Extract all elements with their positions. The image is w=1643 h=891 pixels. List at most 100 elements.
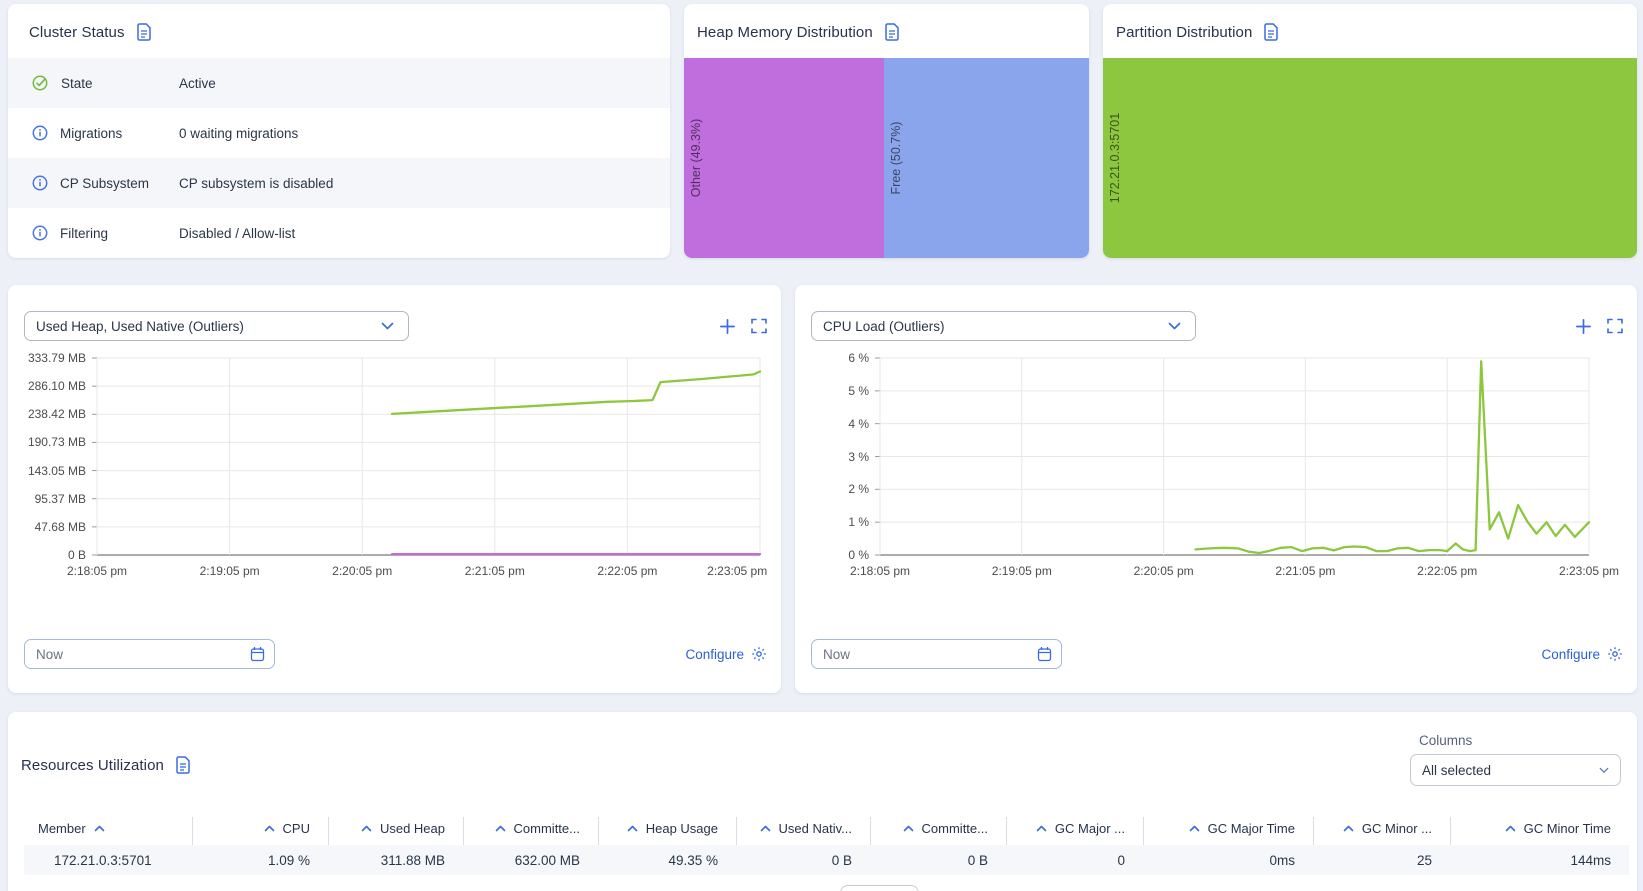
sort-asc-icon	[760, 825, 771, 832]
table-cell[interactable]: 0 B	[736, 845, 870, 875]
sort-asc-icon	[495, 825, 506, 832]
sort-asc-icon	[1036, 825, 1047, 832]
pagination-control[interactable]	[840, 885, 919, 891]
chart-plot	[875, 357, 1591, 556]
info-circle-icon	[32, 225, 48, 241]
time-picker-value: Now	[36, 646, 64, 662]
x-tick-label: 2:22:05 pm	[597, 564, 658, 578]
column-header-committe[interactable]: Committe...	[870, 811, 988, 845]
sort-asc-icon	[94, 825, 105, 832]
used-heap-chart: 0 B 47.68 MB 95.37 MB 143.05 MB 190.73 MB 238…	[8, 285, 781, 595]
column-header-gc-minor[interactable]: GC Minor ...	[1313, 811, 1432, 845]
column-header-gc-minor-time[interactable]: GC Minor Time	[1450, 811, 1611, 845]
table-cell[interactable]: 1.09 %	[192, 845, 328, 875]
column-label: Used Nativ...	[778, 820, 852, 836]
column-header-heap-usage[interactable]: Heap Usage	[598, 811, 718, 845]
sort-asc-icon	[264, 825, 275, 832]
sort-asc-icon	[627, 825, 638, 832]
column-header-member[interactable]: Member	[24, 811, 206, 845]
time-picker-input[interactable]: Now	[811, 639, 1062, 669]
status-row-cp-subsystem: CP Subsystem CP subsystem is disabled	[8, 158, 670, 208]
heap-segment-other[interactable]: Other (49.3%)	[684, 58, 884, 258]
column-header-gc-major-time[interactable]: GC Major Time	[1143, 811, 1295, 845]
status-label: Migrations	[60, 125, 123, 141]
column-label: GC Major Time	[1207, 820, 1295, 836]
column-header-gc-major[interactable]: GC Major ...	[1006, 811, 1125, 845]
docs-icon[interactable]	[1263, 23, 1279, 41]
status-value: Disabled / Allow-list	[179, 225, 296, 241]
docs-icon[interactable]	[884, 23, 900, 41]
column-header-used-nativ[interactable]: Used Nativ...	[736, 811, 852, 845]
cluster-status-rows: State Active Migrations 0 waiting migrat…	[8, 58, 670, 258]
column-header-used-heap[interactable]: Used Heap	[328, 811, 445, 845]
sort-asc-icon	[903, 825, 914, 832]
y-tick-label: 3 %	[848, 449, 869, 464]
table-cell[interactable]: 144ms	[1450, 845, 1629, 875]
gear-icon	[1607, 646, 1623, 662]
docs-icon[interactable]	[175, 756, 191, 774]
heap-segment-free[interactable]: Free (50.7%)	[883, 58, 1089, 258]
partition-segment-label: 172.21.0.3:5701	[1108, 112, 1122, 204]
x-tick-label: 2:18:05 pm	[849, 564, 911, 578]
table-cell[interactable]: 311.88 MB	[328, 845, 463, 875]
chevron-down-icon	[1599, 767, 1609, 774]
status-label: Filtering	[60, 225, 109, 241]
status-label: State	[61, 75, 93, 91]
columns-select[interactable]: All selected	[1410, 754, 1621, 786]
configure-label: Configure	[1541, 646, 1600, 662]
info-circle-icon	[32, 125, 48, 141]
table-cell[interactable]: 172.21.0.3:5701	[24, 845, 192, 875]
table-cell[interactable]: 0 B	[870, 845, 1006, 875]
table-cell[interactable]: 632.00 MB	[463, 845, 598, 875]
sort-asc-icon	[1189, 825, 1200, 832]
calendar-icon	[1037, 646, 1052, 662]
x-tick-label: 2:23:05 pm	[707, 564, 768, 578]
y-tick-label: 333.79 MB	[27, 351, 86, 365]
heap-distribution-bars: Other (49.3%) Free (50.7%)	[684, 58, 1089, 258]
resources-utilization-title: Resources Utilization	[21, 756, 164, 774]
x-tick-label: 2:20:05 pm	[332, 564, 393, 578]
sort-asc-icon	[1505, 825, 1516, 832]
column-header-cpu[interactable]: CPU	[192, 811, 310, 845]
configure-link[interactable]: Configure	[1541, 646, 1623, 662]
heap-distribution-title: Heap Memory Distribution	[697, 23, 873, 41]
y-tick-label: 2 %	[848, 482, 869, 497]
sort-asc-icon	[1343, 825, 1354, 832]
y-tick-label: 4 %	[848, 416, 869, 431]
column-label: Heap Usage	[645, 820, 718, 836]
column-label: Member	[38, 820, 86, 836]
used-heap-chart-card: Used Heap, Used Native (Outliers) 0 B 47.…	[8, 285, 781, 693]
time-picker-input[interactable]: Now	[24, 639, 275, 669]
partition-distribution-card: Partition Distribution 172.21.0.3:5701	[1103, 4, 1637, 258]
column-label: Committe...	[513, 820, 580, 836]
table-cell[interactable]: 25	[1313, 845, 1450, 875]
x-tick-label: 2:20:05 pm	[1133, 564, 1194, 578]
y-tick-label: 238.42 MB	[27, 407, 86, 422]
column-label: Committe...	[921, 820, 988, 836]
table-cell[interactable]: 49.35 %	[598, 845, 736, 875]
status-value: 0 waiting migrations	[179, 125, 299, 141]
column-label: GC Minor ...	[1361, 820, 1432, 836]
status-row-filtering: Filtering Disabled / Allow-list	[8, 208, 670, 258]
x-tick-label: 2:19:05 pm	[199, 564, 260, 578]
partition-segment[interactable]: 172.21.0.3:5701	[1103, 58, 1637, 258]
column-label: GC Major ...	[1054, 820, 1125, 836]
x-tick-label: 2:22:05 pm	[1417, 564, 1478, 578]
resources-utilization-card: Columns All selected Resources Utilizati…	[8, 712, 1637, 891]
y-tick-label: 143.05 MB	[27, 463, 86, 478]
table-cell[interactable]: 0	[1006, 845, 1143, 875]
docs-icon[interactable]	[136, 23, 152, 41]
y-tick-label: 1 %	[848, 515, 869, 530]
partition-distribution-bars: 172.21.0.3:5701	[1103, 58, 1637, 258]
cluster-status-card: Cluster Status State Active Migrations 0…	[8, 4, 670, 258]
columns-select-value: All selected	[1422, 762, 1492, 778]
status-label: CP Subsystem	[60, 175, 150, 191]
status-value: CP subsystem is disabled	[179, 175, 334, 191]
x-tick-label: 2:21:05 pm	[1275, 564, 1336, 578]
info-circle-icon	[32, 175, 48, 191]
status-row-state: State Active	[8, 58, 670, 108]
y-tick-label: 286.10 MB	[27, 379, 86, 394]
table-cell[interactable]: 0ms	[1143, 845, 1313, 875]
column-header-committe[interactable]: Committe...	[463, 811, 580, 845]
configure-link[interactable]: Configure	[685, 646, 767, 662]
